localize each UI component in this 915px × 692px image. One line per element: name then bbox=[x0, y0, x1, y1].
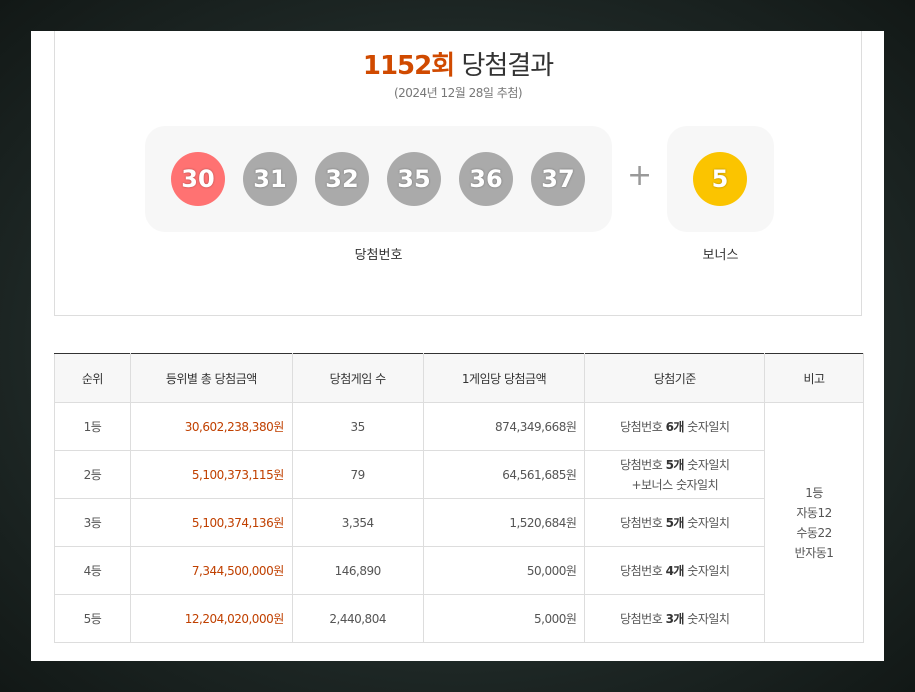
winning-ball-4: 35 bbox=[387, 152, 441, 206]
criteria-cell: 당첨번호 3개 숫자일치 bbox=[584, 594, 766, 643]
note-line: 1등 bbox=[805, 485, 823, 500]
criteria-cell: 당첨번호 6개 숫자일치 bbox=[584, 402, 766, 451]
winning-numbers-panel: 30 31 32 35 36 37 bbox=[145, 126, 612, 232]
page-title: 1152회 당첨결과 bbox=[55, 45, 861, 82]
bonus-label: 보너스 bbox=[702, 248, 739, 263]
total-amount-cell: 7,344,500,000원 bbox=[129, 546, 293, 595]
rank-cell: 1등 bbox=[54, 402, 131, 451]
per-game-cell: 1,520,684원 bbox=[422, 498, 586, 547]
total-amount-cell: 12,204,020,000원 bbox=[129, 594, 293, 643]
note-line: 자동12 bbox=[796, 505, 832, 520]
header-rank: 순위 bbox=[54, 353, 131, 403]
rank-cell: 4등 bbox=[54, 546, 131, 595]
criteria-prefix: 당첨번호 bbox=[620, 419, 666, 434]
header-winning-games: 당첨게임 수 bbox=[291, 353, 424, 403]
background-frame: 1152회 당첨결과 (2024년 12월 28일 추첨) 30 31 32 3… bbox=[0, 0, 915, 692]
winning-numbers-label: 당첨번호 bbox=[354, 248, 403, 263]
note-cell: 1등 자동12 수동22 반자동1 bbox=[764, 402, 864, 643]
table-header-row: 순위 등위별 총 당첨금액 당첨게임 수 1게임당 당첨금액 당첨기준 비고 bbox=[54, 353, 864, 403]
header-per-game-amount: 1게임당 당첨금액 bbox=[422, 353, 586, 403]
games-cell: 146,890 bbox=[291, 546, 424, 595]
criteria-suffix: 숫자일치 bbox=[683, 563, 730, 578]
criteria-count: 6개 bbox=[665, 419, 685, 434]
winning-ball-5: 36 bbox=[459, 152, 513, 206]
criteria-suffix: 숫자일치 bbox=[683, 611, 730, 626]
winning-ball-1: 30 bbox=[171, 152, 225, 206]
per-game-cell: 874,349,668원 bbox=[422, 402, 586, 451]
winning-ball-2: 31 bbox=[243, 152, 297, 206]
criteria-count: 4개 bbox=[665, 563, 685, 578]
criteria-prefix: 당첨번호 bbox=[620, 563, 666, 578]
draw-result-box: 1152회 당첨결과 (2024년 12월 28일 추첨) 30 31 32 3… bbox=[54, 31, 862, 316]
criteria-prefix: 당첨번호 bbox=[620, 515, 666, 530]
criteria-prefix: 당첨번호 bbox=[620, 457, 666, 472]
per-game-cell: 50,000원 bbox=[422, 546, 586, 595]
table-row: 2등 5,100,373,115원 79 64,561,685원 당첨번호 5개… bbox=[54, 450, 864, 499]
rank-cell: 2등 bbox=[54, 450, 131, 499]
criteria-cell: 당첨번호 4개 숫자일치 bbox=[584, 546, 766, 595]
header-total-amount: 등위별 총 당첨금액 bbox=[129, 353, 293, 403]
plus-icon: + bbox=[627, 158, 653, 193]
winning-ball-3: 32 bbox=[315, 152, 369, 206]
header-note: 비고 bbox=[764, 353, 864, 403]
title-text: 당첨결과 bbox=[461, 51, 554, 81]
criteria-count: 5개 bbox=[665, 515, 685, 530]
games-cell: 2,440,804 bbox=[291, 594, 424, 643]
note-line: 반자동1 bbox=[794, 545, 834, 560]
criteria-prefix: 당첨번호 bbox=[620, 611, 666, 626]
rank-cell: 5등 bbox=[54, 594, 131, 643]
total-amount-cell: 5,100,374,136원 bbox=[129, 498, 293, 547]
total-amount-cell: 30,602,238,380원 bbox=[129, 402, 293, 451]
criteria-cell: 당첨번호 5개 숫자일치 +보너스 숫자일치 bbox=[584, 450, 766, 499]
criteria-suffix: 숫자일치 bbox=[683, 515, 730, 530]
table-row: 3등 5,100,374,136원 3,354 1,520,684원 당첨번호 … bbox=[54, 498, 864, 547]
criteria-count: 3개 bbox=[665, 611, 685, 626]
prize-table: 순위 등위별 총 당첨금액 당첨게임 수 1게임당 당첨금액 당첨기준 비고 1… bbox=[54, 353, 864, 643]
round-number: 1152회 bbox=[362, 51, 455, 81]
criteria-cell: 당첨번호 5개 숫자일치 bbox=[584, 498, 766, 547]
table-row: 4등 7,344,500,000원 146,890 50,000원 당첨번호 4… bbox=[54, 546, 864, 595]
bonus-ball: 5 bbox=[693, 152, 747, 206]
draw-date: (2024년 12월 28일 추첨) bbox=[393, 86, 523, 100]
note-line: 수동22 bbox=[796, 525, 832, 540]
total-amount-cell: 5,100,373,115원 bbox=[129, 450, 293, 499]
games-cell: 79 bbox=[291, 450, 424, 499]
bonus-number-panel: 5 bbox=[667, 126, 774, 232]
criteria-bonus-line: +보너스 숫자일치 bbox=[631, 477, 719, 492]
criteria-count: 5개 bbox=[665, 457, 685, 472]
games-cell: 35 bbox=[291, 402, 424, 451]
criteria-suffix: 숫자일치 bbox=[683, 419, 730, 434]
table-row: 1등 30,602,238,380원 35 874,349,668원 당첨번호 … bbox=[54, 402, 864, 643]
per-game-cell: 5,000원 bbox=[422, 594, 586, 643]
winning-ball-6: 37 bbox=[531, 152, 585, 206]
results-page: 1152회 당첨결과 (2024년 12월 28일 추첨) 30 31 32 3… bbox=[31, 31, 884, 661]
games-cell: 3,354 bbox=[291, 498, 424, 547]
table-row: 5등 12,204,020,000원 2,440,804 5,000원 당첨번호… bbox=[54, 594, 864, 643]
rank-cell: 3등 bbox=[54, 498, 131, 547]
per-game-cell: 64,561,685원 bbox=[422, 450, 586, 499]
criteria-suffix: 숫자일치 bbox=[683, 457, 730, 472]
header-criteria: 당첨기준 bbox=[584, 353, 766, 403]
